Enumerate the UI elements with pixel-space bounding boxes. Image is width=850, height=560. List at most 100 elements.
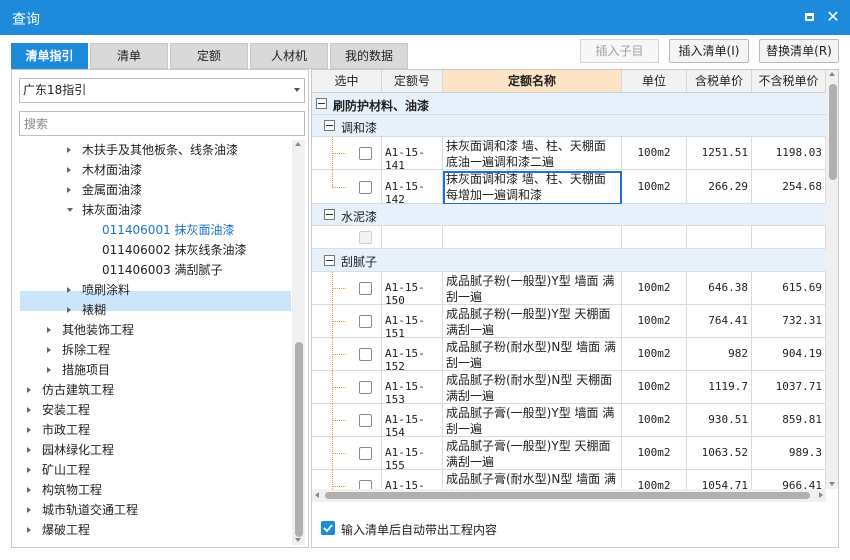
grid-horizontal-scrollbar[interactable] (312, 489, 826, 502)
tree-scrollbar-thumb[interactable] (295, 342, 303, 537)
replace-list-button[interactable]: 替换清单(R) (759, 39, 839, 63)
quota-code: A1-15-151 (385, 314, 425, 340)
quota-grid: 选中 定额号 定额名称 单位 含税单价 不含税单价 刷防护材料、油漆 调和漆 A… (312, 70, 826, 489)
quota-code: A1-15-153 (385, 380, 425, 406)
guide-select-value: 广东18指引 (23, 83, 87, 97)
row-checkbox[interactable] (359, 282, 372, 295)
collapse-icon[interactable] (324, 209, 335, 220)
guide-select[interactable]: 广东18指引 (19, 78, 305, 103)
row-checkbox[interactable] (359, 348, 372, 361)
maximize-icon[interactable] (800, 8, 818, 26)
price-notax: 904.19 (782, 347, 822, 360)
quota-name: 抹灰面调和漆 墙、柱、天棚面 底油一遍调和漆二遍 (446, 139, 606, 169)
tab-my-data[interactable]: 我的数据 (330, 43, 408, 69)
auto-bring-checkbox[interactable] (321, 521, 335, 535)
scroll-left-icon[interactable] (315, 492, 319, 498)
header-price-notax[interactable]: 不含税单价 (752, 70, 826, 93)
table-row[interactable]: A1-15-152 成品腻子粉(耐水型)N型 墙面 满刮一遍 100m2 982… (312, 338, 826, 373)
grid-vertical-scrollbar[interactable] (826, 70, 838, 489)
quota-name: 成品腻子粉(一般型)Y型 天棚面 满刮一遍 (446, 307, 611, 337)
chevron-down-icon (294, 88, 300, 92)
close-icon[interactable]: ✕ (824, 8, 842, 26)
group-row[interactable]: 水泥漆 (312, 204, 826, 226)
header-unit[interactable]: 单位 (622, 70, 687, 93)
expand-arrow-icon (27, 427, 31, 433)
price-notax: 615.69 (782, 281, 822, 294)
expand-arrow-icon (27, 387, 31, 393)
section-row[interactable]: 刷防护材料、油漆 (312, 93, 826, 115)
header-code[interactable]: 定额号 (382, 70, 443, 93)
insert-child-button[interactable]: 插入子目 (580, 39, 659, 63)
row-checkbox[interactable] (359, 480, 372, 489)
quota-code: A1-15-155 (385, 446, 425, 472)
table-row[interactable]: A1-15-150 成品腻子粉(一般型)Y型 墙面 满刮一遍 100m2 646… (312, 272, 826, 307)
header-name[interactable]: 定额名称 (443, 70, 622, 93)
row-checkbox[interactable] (359, 181, 372, 194)
row-checkbox[interactable] (359, 381, 372, 394)
grid-horizontal-scrollbar-thumb[interactable] (325, 492, 810, 499)
auto-bring-label: 输入清单后自动带出工程内容 (341, 523, 498, 537)
quota-unit: 100m2 (637, 446, 671, 459)
search-input[interactable] (19, 111, 305, 136)
table-row[interactable]: A1-15-142 抹灰面调和漆 墙、柱、天棚面 每增加一遍调和漆 100m2 … (312, 170, 826, 206)
expand-arrow-icon (47, 347, 51, 353)
scroll-up-icon[interactable] (295, 142, 301, 146)
price-tax: 266.29 (708, 180, 748, 193)
section-label: 刷防护材料、油漆 (333, 99, 430, 113)
row-checkbox[interactable] (359, 447, 372, 460)
price-tax: 982 (728, 347, 748, 360)
row-checkbox[interactable] (359, 414, 372, 427)
group-row[interactable]: 刮腻子 (312, 249, 826, 272)
price-notax: 1198.03 (775, 146, 822, 159)
scroll-down-icon[interactable] (295, 538, 301, 542)
insert-list-button[interactable]: 插入清单(I) (669, 39, 749, 63)
table-row[interactable]: A1-15-141 抹灰面调和漆 墙、柱、天棚面 底油一遍调和漆二遍 100m2… (312, 137, 826, 172)
group-label: 刮腻子 (341, 255, 378, 269)
header-price-tax[interactable]: 含税单价 (687, 70, 752, 93)
row-checkbox[interactable] (359, 315, 372, 328)
expand-arrow-icon (67, 167, 71, 173)
expand-arrow-icon (27, 447, 31, 453)
tab-list-guide[interactable]: 清单指引 (11, 43, 88, 69)
expand-arrow-icon (27, 407, 31, 413)
quota-name: 成品腻子膏(一般型)Y型 天棚面 满刮一遍 (446, 439, 611, 469)
tab-list[interactable]: 清单 (90, 43, 168, 69)
table-row[interactable]: A1-15-154 成品腻子膏(一般型)Y型 墙面 满刮一遍 100m2 930… (312, 404, 826, 439)
table-row[interactable]: A1-15-156 成品腻子膏(耐水型)N型 墙面 满刮一遍 100m2 105… (312, 470, 826, 489)
collapse-icon[interactable] (324, 255, 335, 266)
collapse-icon[interactable] (324, 120, 335, 131)
price-tax: 1054.71 (701, 479, 748, 489)
price-tax: 930.51 (708, 413, 748, 426)
group-label: 调和漆 (341, 121, 378, 135)
expand-arrow-icon (67, 307, 71, 313)
quota-name: 成品腻子粉(耐水型)N型 天棚面 满刮一遍 (446, 373, 613, 403)
row-checkbox[interactable] (359, 147, 372, 160)
checkmark-icon (323, 524, 333, 533)
quota-unit: 100m2 (637, 180, 671, 193)
table-row-empty[interactable] (312, 226, 826, 249)
group-row[interactable]: 调和漆 (312, 115, 826, 137)
tab-materials[interactable]: 人材机 (250, 43, 328, 69)
scroll-right-icon[interactable] (819, 492, 823, 498)
price-tax: 646.38 (708, 281, 748, 294)
expand-arrow-icon (27, 527, 31, 533)
price-notax: 732.31 (782, 314, 822, 327)
price-tax: 1251.51 (701, 146, 748, 159)
tree-scrollbar[interactable] (292, 140, 305, 545)
quota-code: A1-15-152 (385, 347, 425, 373)
quota-name: 成品腻子粉(一般型)Y型 墙面 满刮一遍 (446, 274, 615, 304)
expand-arrow-icon (27, 487, 31, 493)
table-row[interactable]: A1-15-151 成品腻子粉(一般型)Y型 天棚面 满刮一遍 100m2 76… (312, 305, 826, 340)
tab-quota[interactable]: 定额 (170, 43, 248, 69)
table-row[interactable]: A1-15-155 成品腻子膏(一般型)Y型 天棚面 满刮一遍 100m2 10… (312, 437, 826, 472)
price-notax: 254.68 (782, 180, 822, 193)
collapse-icon[interactable] (316, 98, 327, 109)
expand-arrow-icon (47, 327, 51, 333)
grid-vertical-scrollbar-thumb[interactable] (829, 84, 837, 180)
header-select[interactable]: 选中 (312, 70, 382, 93)
price-notax: 1037.71 (775, 380, 822, 393)
expand-arrow-icon (27, 507, 31, 513)
table-row[interactable]: A1-15-153 成品腻子粉(耐水型)N型 天棚面 满刮一遍 100m2 11… (312, 371, 826, 406)
scroll-down-icon[interactable] (829, 482, 835, 486)
scroll-up-icon[interactable] (829, 72, 835, 76)
